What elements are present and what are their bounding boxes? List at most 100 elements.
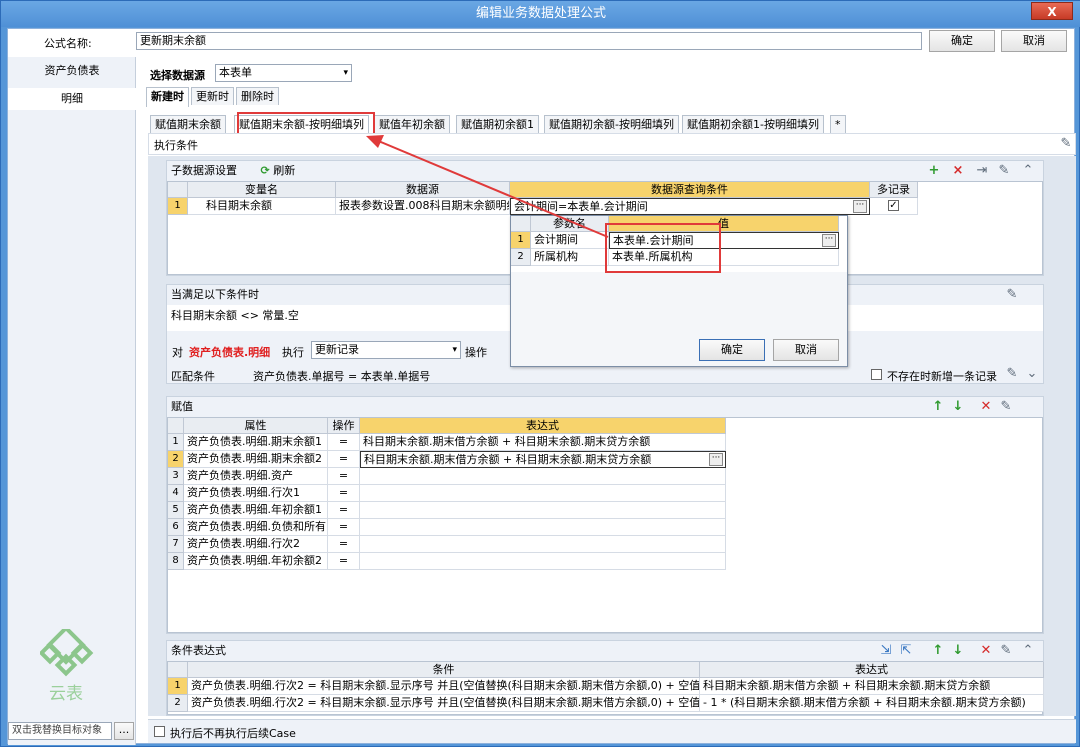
edit-icon[interactable]: ✎ xyxy=(999,644,1013,658)
property-cell[interactable]: 资产负债表.明细.年初余额2 xyxy=(184,553,328,570)
target-object-button[interactable]: ... xyxy=(114,722,134,740)
target-table: 资产负债表.明细 xyxy=(189,346,271,359)
popup-cancel-button[interactable]: 取消 xyxy=(773,339,839,361)
operator-cell[interactable]: = xyxy=(328,485,360,502)
expression-cell[interactable]: 科目期末余额.期末借方余额 + 科目期末余额.期末贷方余额 ··· xyxy=(360,451,726,468)
action-select[interactable]: 更新记录 ▾ xyxy=(311,341,461,359)
assign-grid: 属性 操作 表达式 1 资产负债表.明细.期末余额1 = 科目期末余额.期末借方余额 … xyxy=(167,417,1043,633)
table-cell-query[interactable]: 会计期间=本表单.会计期间 ··· xyxy=(510,198,870,215)
query-value: 会计期间=本表单.会计期间 xyxy=(514,200,648,213)
target-prefix: 对 xyxy=(172,346,183,359)
operator-cell[interactable]: = xyxy=(328,536,360,553)
operator-cell[interactable]: = xyxy=(328,519,360,536)
export-icon[interactable]: ⇱ xyxy=(899,644,913,658)
col-header-query: 数据源查询条件 xyxy=(510,182,870,198)
expression-cell[interactable] xyxy=(360,468,726,485)
sidebar-item-detail[interactable]: 明细 xyxy=(8,88,136,110)
collapse-icon[interactable]: ⌃ xyxy=(1021,644,1035,658)
property-cell[interactable]: 资产负债表.明细.资产 xyxy=(184,468,328,485)
add-if-missing-checkbox[interactable] xyxy=(871,369,882,380)
expression-cell[interactable] xyxy=(360,519,726,536)
property-cell[interactable]: 资产负债表.明细.负债和所有 xyxy=(184,519,328,536)
delete-icon[interactable]: ✕ xyxy=(979,644,993,658)
operation-label: 操作 xyxy=(465,346,487,359)
row-number-header xyxy=(511,216,531,232)
move-up-icon[interactable]: ↑ xyxy=(931,644,945,658)
expression-cell[interactable]: 科目期末余额.期末借方余额 + 科目期末余额.期末贷方余额 xyxy=(360,434,726,451)
property-cell[interactable]: 资产负债表.明细.期末余额1 xyxy=(184,434,328,451)
col-header-param: 参数名 xyxy=(531,216,609,232)
operator-cell[interactable]: = xyxy=(328,434,360,451)
ok-button[interactable]: 确定 xyxy=(929,30,995,52)
property-cell[interactable]: 资产负债表.明细.期末余额2 xyxy=(184,451,328,468)
stop-following-checkbox[interactable] xyxy=(154,726,165,737)
delete-icon[interactable]: × xyxy=(951,164,965,178)
expression-cell[interactable]: - 1 * (科目期末余额.期末借方余额 + 科目期末余额.期末贷方余额) xyxy=(700,695,1044,712)
tab-update[interactable]: 更新时 xyxy=(191,87,234,105)
formula-name-input[interactable]: 更新期末余额 xyxy=(136,32,922,50)
ellipsis-button[interactable]: ··· xyxy=(853,200,867,213)
condexpr-grid: 条件 表达式 1 资产负债表.明细.行次2 = 科目期末余额.显示序号 并且(空… xyxy=(167,661,1044,715)
expression-cell[interactable] xyxy=(360,536,726,553)
client-area: 公式名称: 更新期末余额 确定 取消 资产负债表 明细 云表 双击我替换目标对象… xyxy=(7,28,1076,745)
cancel-button[interactable]: 取消 xyxy=(1001,30,1067,52)
operator-cell[interactable]: = xyxy=(328,451,360,468)
left-panel: 资产负债表 明细 云表 双击我替换目标对象 ... xyxy=(8,57,136,745)
tab-delete[interactable]: 删除时 xyxy=(236,87,279,105)
tab-case-5[interactable]: 赋值期初余额-按明细填列 xyxy=(544,115,679,133)
target-object-input[interactable]: 双击我替换目标对象 xyxy=(8,722,112,740)
property-cell[interactable]: 资产负债表.明细.行次2 xyxy=(184,536,328,553)
expression-cell[interactable] xyxy=(360,553,726,570)
tab-case-6[interactable]: 赋值期初余额1-按明细填列 xyxy=(682,115,824,133)
popup-ok-button[interactable]: 确定 xyxy=(699,339,765,361)
move-down-icon[interactable]: ↓ xyxy=(951,644,965,658)
edit-icon[interactable]: ✎ xyxy=(1059,137,1073,151)
tab-case-3[interactable]: 赋值年初余额 xyxy=(374,115,450,133)
exec-label: 执行 xyxy=(282,346,304,359)
table-cell-var[interactable]: 科目期末余额 xyxy=(188,198,336,215)
expression-cell[interactable]: 科目期末余额.期末借方余额 + 科目期末余额.期末贷方余额 xyxy=(700,678,1044,695)
operator-cell[interactable]: = xyxy=(328,468,360,485)
edit-icon[interactable]: ✎ xyxy=(999,400,1013,414)
tab-case-1[interactable]: 赋值期末余额 xyxy=(150,115,226,133)
tab-add-case[interactable]: * xyxy=(830,115,846,133)
add-if-missing-label: 不存在时新增一条记录 xyxy=(887,370,997,383)
ellipsis-button[interactable]: ··· xyxy=(709,453,723,466)
footer-bar: 执行后不再执行后续Case xyxy=(148,719,1076,743)
datasource-select[interactable]: 本表单 ▾ xyxy=(215,64,352,82)
col-header-op: 操作 xyxy=(328,418,360,434)
add-icon[interactable]: + xyxy=(927,164,941,178)
ellipsis-button[interactable]: ··· xyxy=(822,234,836,247)
operator-cell[interactable]: = xyxy=(328,553,360,570)
collapse-icon[interactable]: ⌃ xyxy=(1021,164,1035,178)
condition-cell[interactable]: 资产负债表.明细.行次2 = 科目期末余额.显示序号 并且(空值替换(科目期末余… xyxy=(188,695,700,712)
property-cell[interactable]: 资产负债表.明细.年初余额1 xyxy=(184,502,328,519)
operator-cell[interactable]: = xyxy=(328,502,360,519)
property-cell[interactable]: 资产负债表.明细.行次1 xyxy=(184,485,328,502)
import-icon[interactable]: ⇲ xyxy=(879,644,893,658)
col-header-multi: 多记录 xyxy=(870,182,918,198)
expression-text: 科目期末余额.期末借方余额 + 科目期末余额.期末贷方余额 xyxy=(364,453,652,466)
expression-cell[interactable] xyxy=(360,502,726,519)
edit-icon[interactable]: ✎ xyxy=(1005,367,1019,381)
refresh-icon[interactable]: ⟳ xyxy=(261,164,270,177)
match-expression[interactable]: 资产负债表.单据号 = 本表单.单据号 xyxy=(253,368,430,384)
move-down-icon[interactable]: ↓ xyxy=(951,400,965,414)
expression-cell[interactable] xyxy=(360,485,726,502)
window-title: 编辑业务数据处理公式 xyxy=(475,6,606,21)
condition-cell[interactable]: 资产负债表.明细.行次2 = 科目期末余额.显示序号 并且(空值替换(科目期末余… xyxy=(188,678,700,695)
edit-icon[interactable]: ✎ xyxy=(997,164,1011,178)
sidebar-item-balance-sheet[interactable]: 资产负债表 xyxy=(8,60,136,82)
tab-create[interactable]: 新建时 xyxy=(146,87,189,107)
expand-icon[interactable]: ⌄ xyxy=(1025,367,1039,381)
tab-case-4[interactable]: 赋值期初余额1 xyxy=(456,115,539,133)
multi-record-checkbox[interactable]: ✓ xyxy=(888,200,899,211)
delete-icon[interactable]: ✕ xyxy=(979,400,993,414)
table-cell-source[interactable]: 报表参数设置.008科目期末余额明细 xyxy=(336,198,510,215)
refresh-button[interactable]: 刷新 xyxy=(273,164,295,177)
move-up-icon[interactable]: ↑ xyxy=(931,400,945,414)
match-label: 匹配条件 xyxy=(171,370,215,383)
close-button[interactable]: X xyxy=(1031,2,1073,20)
edit-icon[interactable]: ✎ xyxy=(1005,288,1019,302)
insert-icon[interactable]: ⇥ xyxy=(975,164,989,178)
